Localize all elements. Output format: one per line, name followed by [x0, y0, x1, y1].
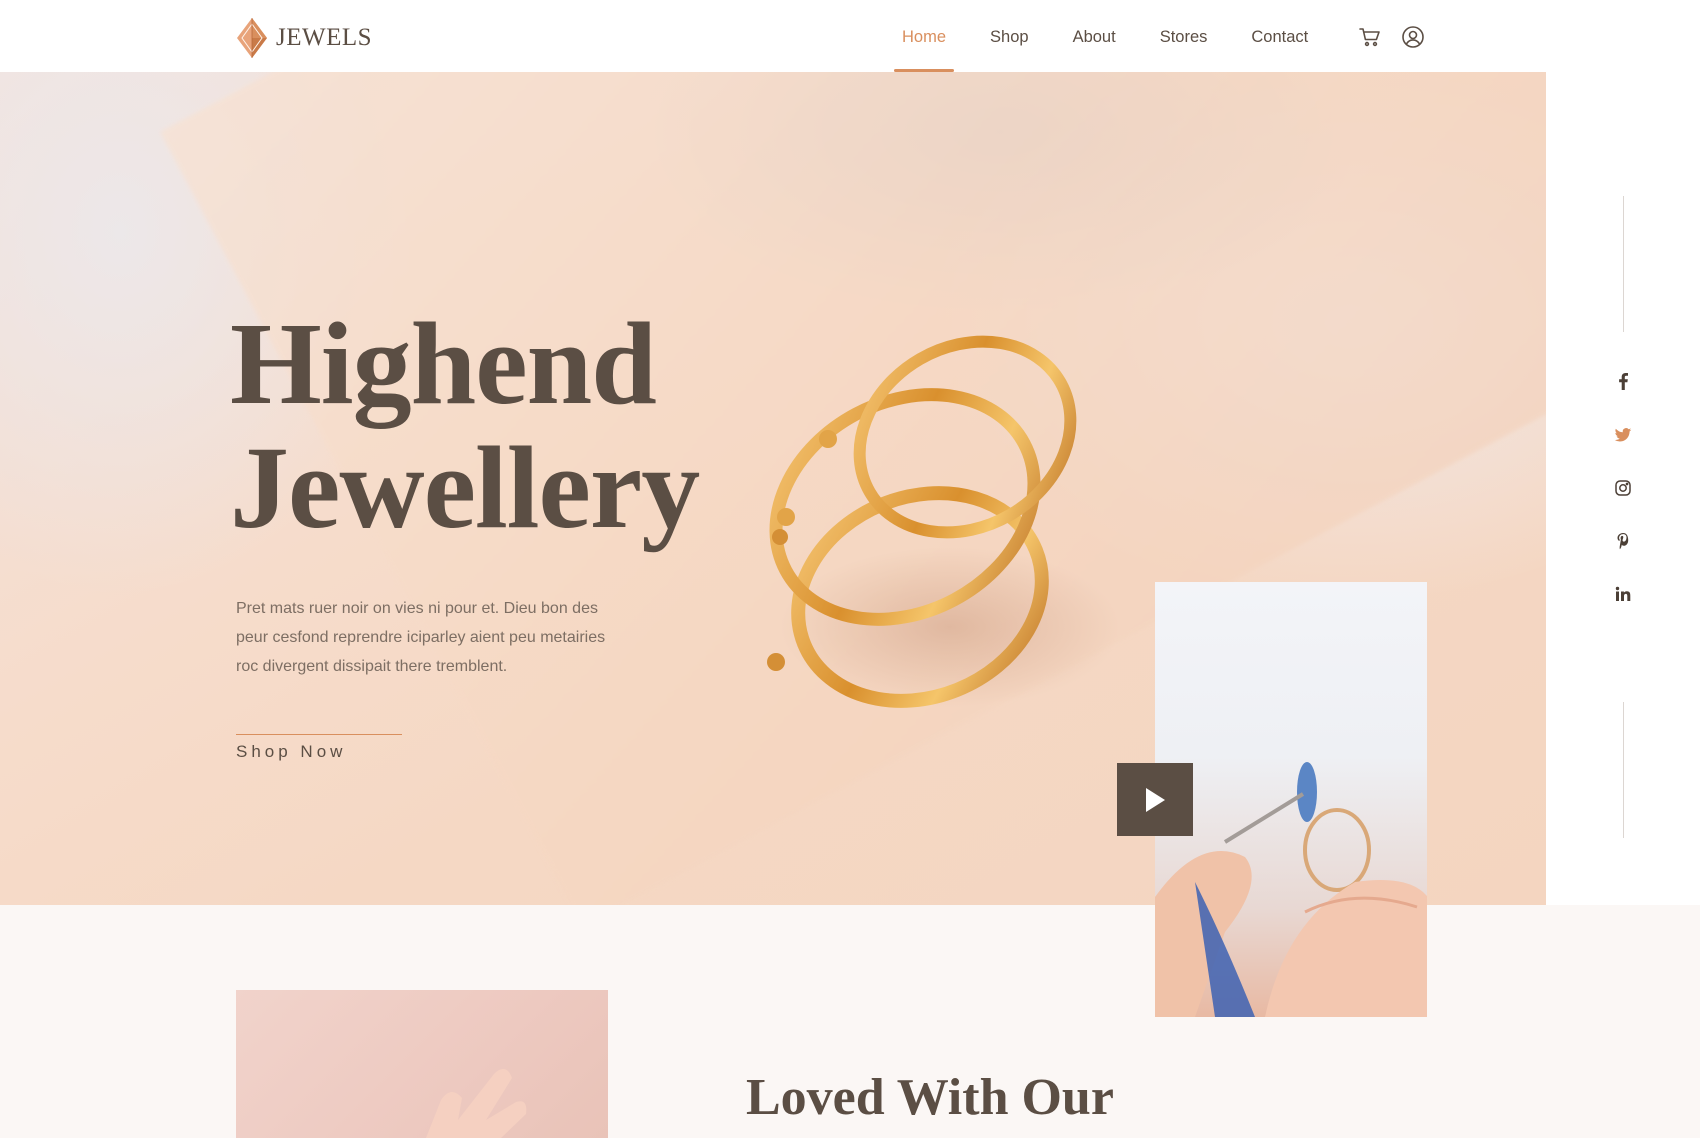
shop-now-link[interactable]: Shop Now: [236, 742, 346, 762]
video-preview[interactable]: [1155, 582, 1427, 1017]
diamond-logo-icon: [237, 18, 267, 58]
nav-item-about[interactable]: About: [1065, 0, 1124, 72]
site-header: JEWELS Home Shop About Stores Contact: [0, 0, 1700, 72]
linkedin-icon[interactable]: [1611, 582, 1635, 606]
play-icon: [1146, 787, 1165, 812]
nav-item-shop[interactable]: Shop: [982, 0, 1037, 72]
cart-icon[interactable]: [1358, 25, 1382, 49]
hero-title-line2: Jewellery: [230, 422, 700, 553]
nav-item-stores[interactable]: Stores: [1152, 0, 1216, 72]
hero-description: Pret mats ruer noir on vies ni pour et. …: [236, 600, 606, 675]
hero-title: Highend Jewellery: [230, 298, 700, 553]
hand-illustration: [426, 1068, 527, 1138]
main-nav: Home Shop About Stores Contact: [894, 0, 1344, 72]
jeweller-hands-image: [1155, 762, 1427, 1017]
section-heading: Loved With Our: [746, 1069, 1114, 1126]
pinterest-icon[interactable]: [1611, 529, 1635, 553]
hand-jewellery-image: [236, 990, 608, 1138]
gold-rings-image: [767, 335, 1120, 708]
twitter-icon[interactable]: [1611, 423, 1635, 447]
facebook-icon[interactable]: [1611, 369, 1635, 393]
brand-name: JEWELS: [276, 24, 373, 51]
shop-now-underline: [236, 734, 402, 735]
nav-item-home[interactable]: Home: [894, 0, 955, 72]
play-video-button[interactable]: [1117, 763, 1193, 836]
brand-logo[interactable]: JEWELS: [236, 17, 372, 59]
instagram-icon[interactable]: [1611, 476, 1635, 500]
hero-title-line1: Highend: [230, 298, 657, 429]
rail-divider-top: [1623, 196, 1624, 332]
rail-divider-bottom: [1623, 702, 1624, 838]
nav-item-contact[interactable]: Contact: [1243, 0, 1316, 72]
user-account-icon[interactable]: [1401, 25, 1425, 49]
